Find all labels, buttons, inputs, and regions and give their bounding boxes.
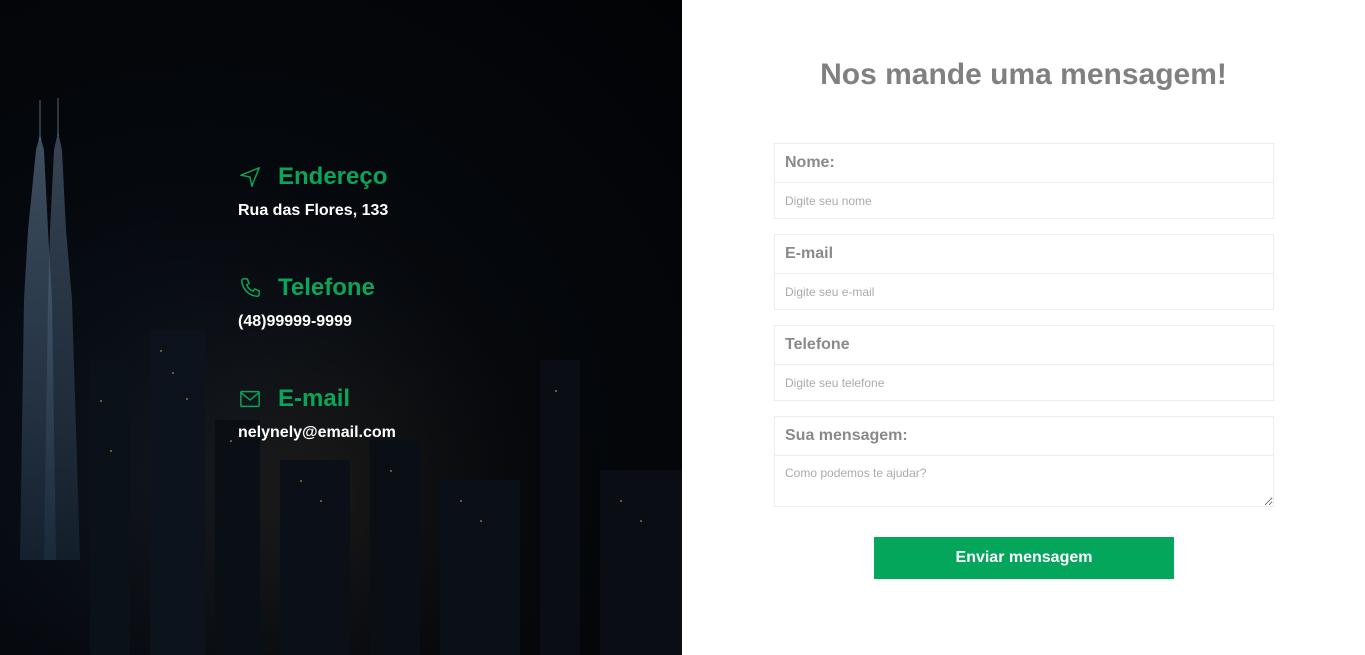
address-title: Endereço [278,163,388,190]
email-block: E-mail nelynely@email.com [238,385,558,497]
phone-value: (48)99999-9999 [238,313,352,330]
email-title: E-mail [278,385,351,412]
form-title: Nos mande uma mensagem! [820,58,1227,91]
message-textarea[interactable] [775,456,1273,506]
phone-title: Telefone [278,274,375,301]
name-input[interactable] [775,183,1273,218]
phone-icon [238,276,262,300]
email-value: nelynely@email.com [238,424,396,441]
address-block: Endereço Rua das Flores, 133 [238,163,558,275]
phone-block: Telefone (48)99999-9999 [238,274,558,386]
contact-info-list: Endereço Rua das Flores, 133 Telefone (4… [238,163,558,497]
name-label: Nome: [775,144,1273,183]
address-value: Rua das Flores, 133 [238,202,389,219]
contact-form-panel: Nos mande uma mensagem! Nome: E-mail Tel… [682,0,1365,655]
name-field: Nome: [774,143,1274,219]
phone-field: Telefone [774,325,1274,401]
message-field: Sua mensagem: [774,416,1274,507]
envelope-icon [238,387,262,411]
email-input[interactable] [775,274,1273,309]
message-label: Sua mensagem: [775,417,1273,456]
phone-input[interactable] [775,365,1273,400]
email-field: E-mail [774,234,1274,310]
send-message-button[interactable]: Enviar mensagem [874,537,1174,579]
navigation-arrow-icon [238,165,262,189]
contact-info-panel: Endereço Rua das Flores, 133 Telefone (4… [0,0,682,655]
phone-label: Telefone [775,326,1273,365]
email-label: E-mail [775,235,1273,274]
